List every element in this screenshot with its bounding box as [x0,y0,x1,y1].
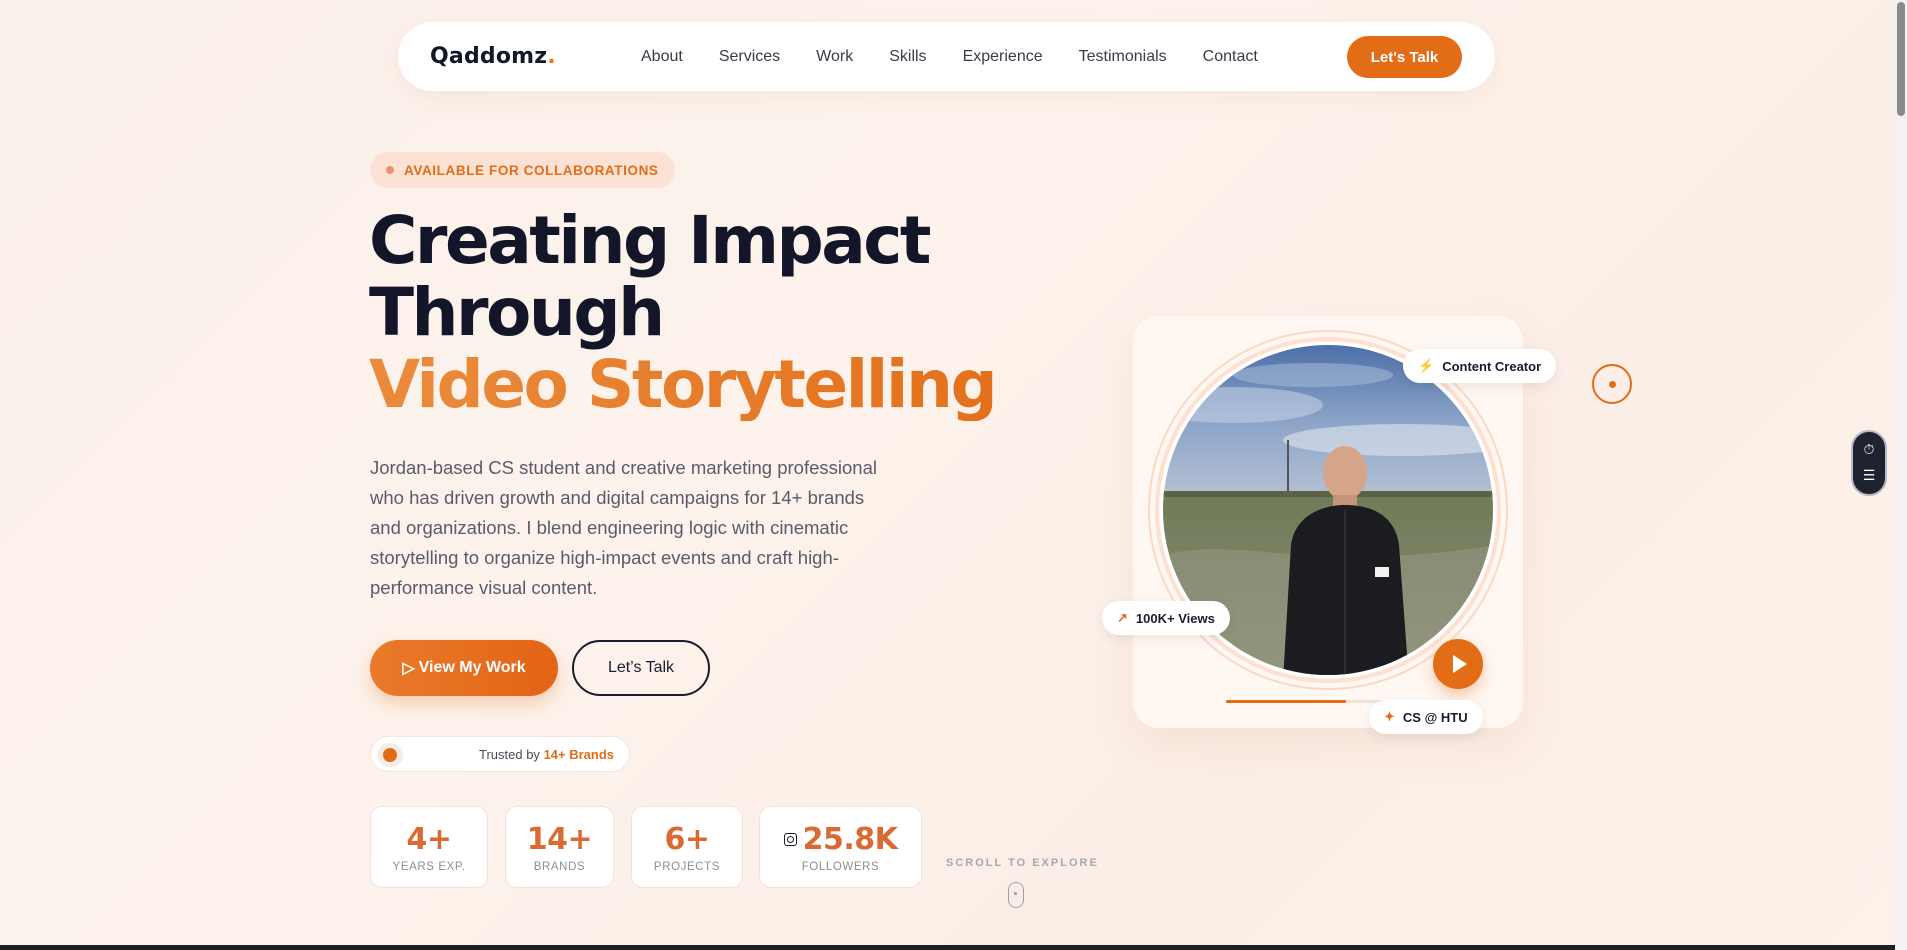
timer-icon[interactable]: ⏱ [1864,442,1875,458]
sparkle-icon: ✦ [1384,709,1395,724]
availability-text: AVAILABLE FOR COLLABORATIONS [404,162,659,178]
headline-highlight: Video Storytelling [369,349,1069,421]
nav-link-testimonials[interactable]: Testimonials [1079,48,1167,66]
stat-value: 25.8K [783,822,898,857]
headline-line-2: Through [369,274,665,351]
headline-line-1: Creating Impact [369,202,931,279]
nav-link-services[interactable]: Services [719,48,780,66]
stat-card-projects: 6+ PROJECTS [631,806,743,888]
top-navbar: Qaddomz. About Services Work Skills Expe… [398,22,1495,91]
nav-links: About Services Work Skills Experience Te… [641,48,1294,66]
page-scrollbar[interactable] [1895,0,1907,950]
nav-link-contact[interactable]: Contact [1203,48,1258,66]
trusted-value: 14+ Brands [543,746,615,762]
floating-widget[interactable]: ⏱ ☰ [1851,430,1887,496]
nav-lets-talk-button[interactable]: Let's Talk [1347,36,1462,78]
nav-link-work[interactable]: Work [816,48,853,66]
view-my-work-label: View My Work [418,659,526,676]
list-icon[interactable]: ☰ [1863,468,1876,484]
target-dot-icon [1592,364,1632,404]
stat-card-followers: 25.8K FOLLOWERS [759,806,922,888]
views-pill: ↗ 100K+ Views [1102,601,1230,635]
stat-label: FOLLOWERS [801,860,880,873]
stat-label: PROJECTS [653,860,721,873]
stat-value: 6+ [664,821,710,857]
status-dot-icon [386,166,394,174]
lets-talk-button[interactable]: Let’s Talk [572,640,710,696]
orange-dot-icon [383,748,397,762]
play-button[interactable] [1433,639,1483,689]
site-logo[interactable]: Qaddomz. [430,44,556,69]
availability-badge: AVAILABLE FOR COLLABORATIONS [370,152,675,188]
hero-description: Jordan-based CS student and creative mar… [370,457,877,598]
play-icon [1453,655,1467,673]
cs-htu-pill: ✦ CS @ HTU [1369,700,1483,734]
nav-link-experience[interactable]: Experience [963,48,1043,66]
scrollbar-thumb[interactable] [1897,2,1905,116]
trusted-by-badge: Trusted by 14+ Brands [370,736,630,772]
view-my-work-button[interactable]: ▷ View My Work [370,640,558,696]
content-creator-pill: ⚡ Content Creator [1403,349,1557,383]
nav-link-skills[interactable]: Skills [889,48,926,66]
stat-card-years: 4+ YEARS EXP. [370,806,488,888]
nav-link-about[interactable]: About [641,48,683,66]
stat-label: BRANDS [533,860,586,873]
stat-value: 4+ [406,821,452,857]
stat-value: 14+ [526,821,593,857]
mouse-scroll-icon[interactable] [1008,882,1024,908]
hero-headline: Creating Impact Through Video Storytelli… [369,205,1069,421]
trending-up-icon: ↗ [1117,610,1128,625]
stat-card-brands: 14+ BRANDS [505,806,614,888]
trusted-text: Trusted by 14+ Brands [479,746,615,762]
lightning-icon: ⚡ [1418,358,1435,373]
scroll-to-explore-label: SCROLL TO EXPLORE [946,857,1099,869]
play-outline-icon: ▷ [402,660,415,677]
video-progress-fill [1226,700,1346,703]
trusted-toggle [377,743,403,767]
stat-label: YEARS EXP. [392,860,466,873]
bottom-edge-bar [0,945,1907,950]
instagram-icon [783,832,797,846]
